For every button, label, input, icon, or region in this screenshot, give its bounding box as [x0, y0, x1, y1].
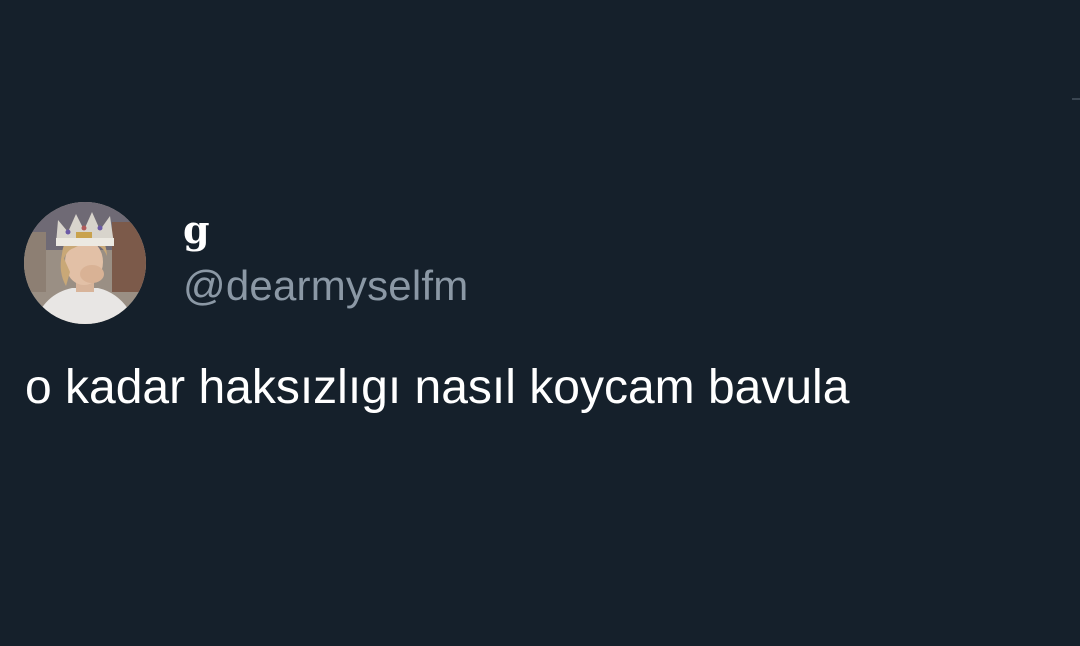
- divider: [1072, 98, 1080, 100]
- user-handle[interactable]: @dearmyselfm: [183, 262, 468, 310]
- avatar-image: [24, 202, 146, 324]
- avatar[interactable]: [24, 202, 146, 324]
- tweet-card: g @dearmyselfm o kadar haksızlıgı nasıl …: [0, 0, 1080, 646]
- tweet-text: o kadar haksızlıgı nasıl koycam bavula: [25, 361, 850, 414]
- display-name[interactable]: g: [183, 208, 210, 252]
